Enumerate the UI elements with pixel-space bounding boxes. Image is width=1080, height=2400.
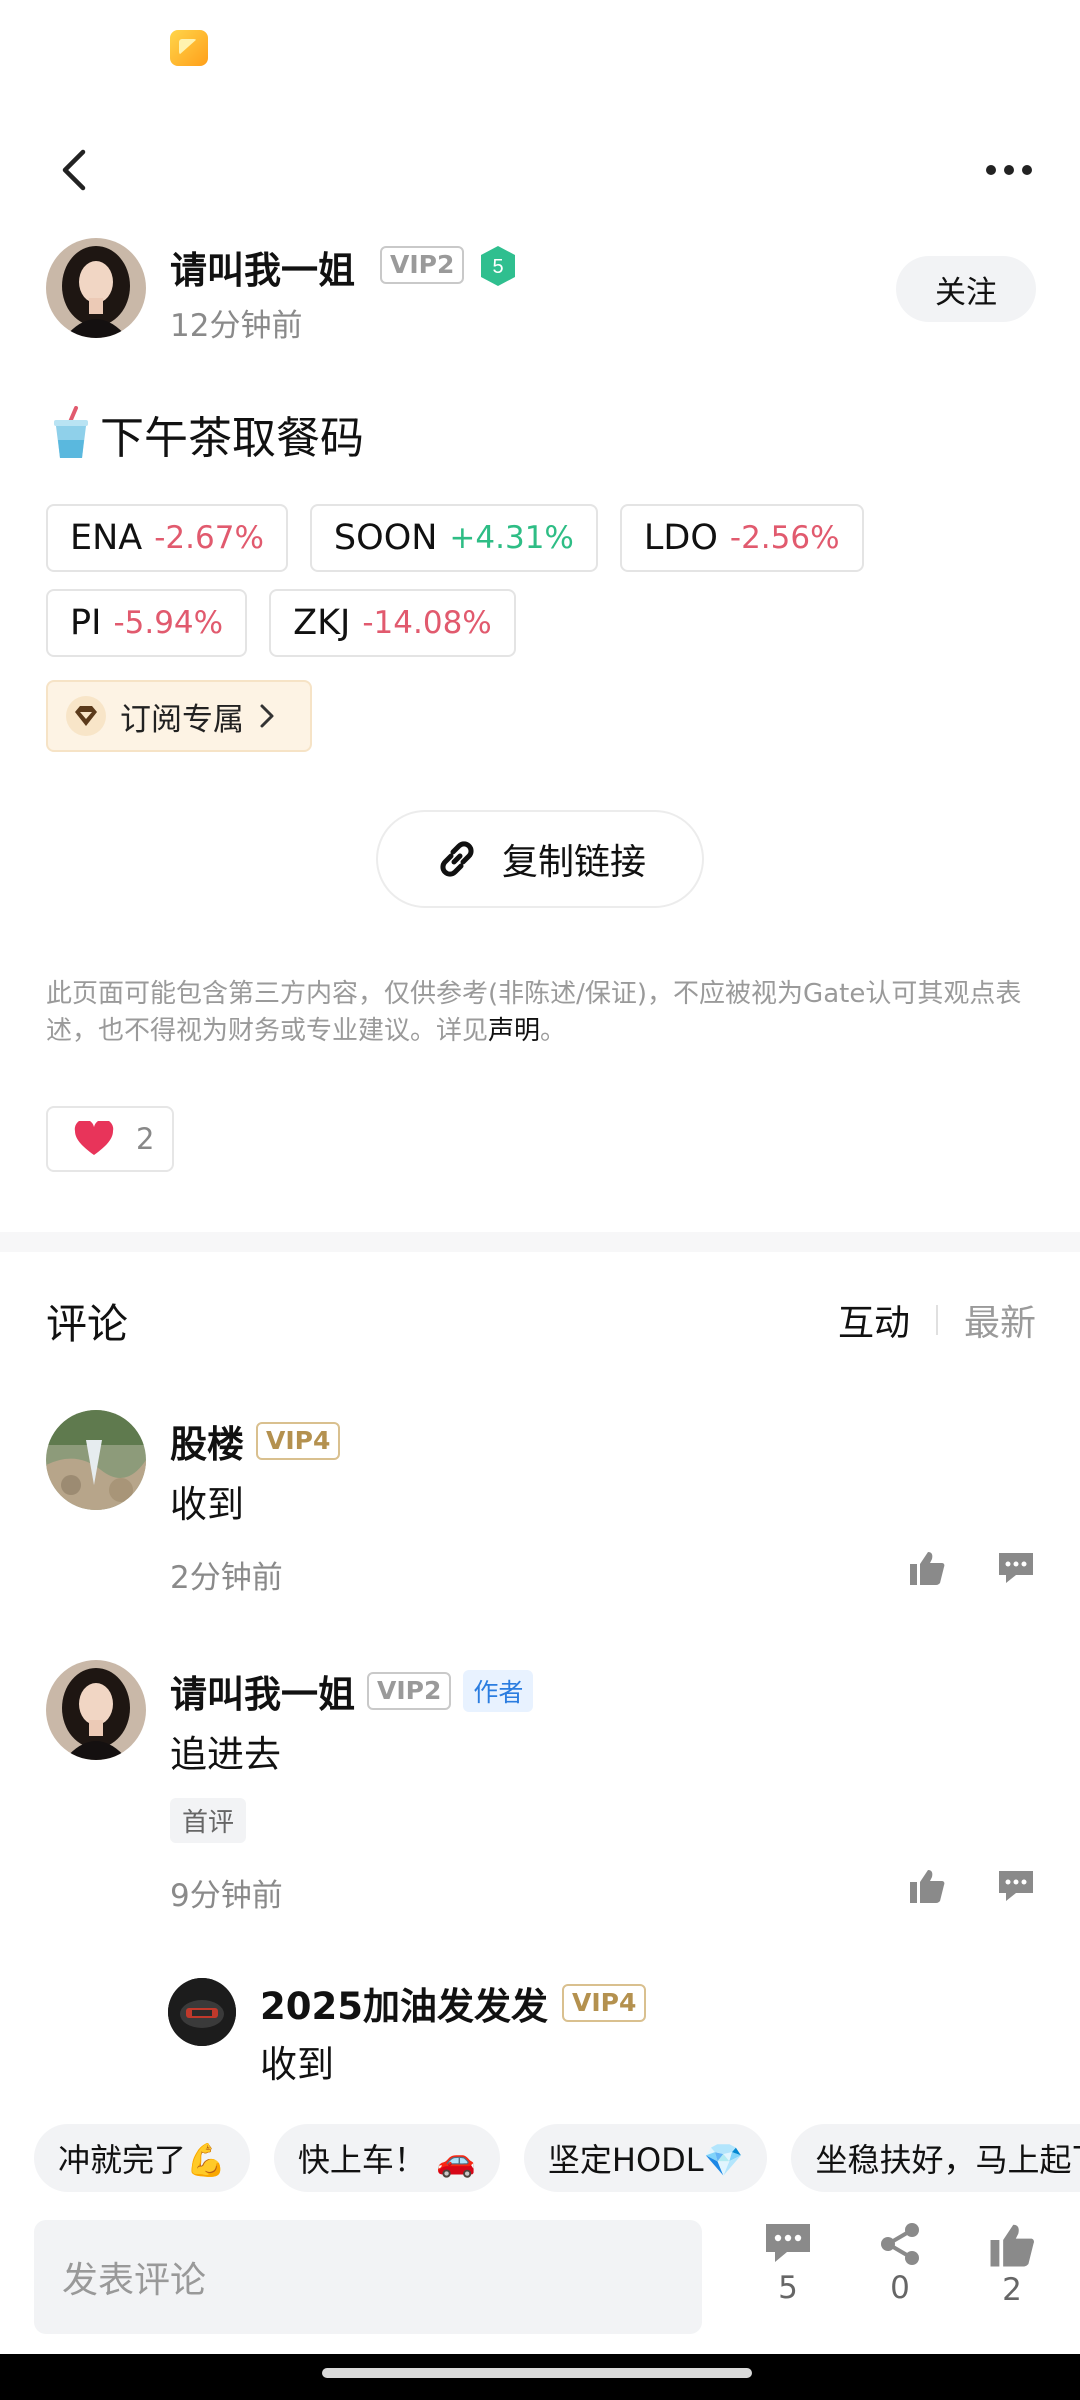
chevron-right-icon	[260, 704, 274, 728]
subscribe-exclusive-button[interactable]: 订阅专属	[46, 680, 312, 752]
comment-count: 5	[778, 2270, 798, 2306]
author-name[interactable]: 请叫我一姐	[170, 240, 355, 294]
comments-title: 评论	[46, 1300, 128, 1348]
ticker-chip[interactable]: LDO -2.56%	[619, 504, 864, 572]
home-indicator[interactable]	[322, 2368, 752, 2378]
author-row: 请叫我一姐 VIP2 5 12分钟前 关注	[46, 238, 1036, 348]
tab-interaction[interactable]: 互动	[838, 1294, 910, 1346]
ticker-chip[interactable]: PI -5.94%	[46, 589, 248, 657]
more-dot-icon	[1022, 165, 1032, 175]
ticker-change: -5.94%	[113, 605, 224, 641]
vip-badge: VIP2	[380, 246, 465, 284]
commenter-name[interactable]: 请叫我一姐	[170, 1664, 355, 1718]
chevron-left-icon	[62, 149, 86, 191]
comment-time: 2分钟前	[170, 1560, 283, 1596]
quick-reply-chip[interactable]: 快上车！ 🚗	[273, 2124, 500, 2192]
copy-link-button[interactable]: 复制链接	[376, 810, 704, 908]
reply-comment-icon[interactable]	[996, 1551, 1036, 1585]
comment-sort-tabs: 互动 最新	[838, 1294, 1036, 1346]
like-count: 2	[1002, 2272, 1022, 2308]
link-icon	[440, 841, 474, 877]
bubble-tea-icon	[46, 406, 96, 462]
diamond-icon	[66, 696, 106, 736]
status-bar	[0, 0, 1080, 100]
ticker-symbol: PI	[70, 603, 102, 643]
ticker-change: -2.67%	[154, 520, 264, 556]
share-button[interactable]: 0	[860, 2222, 940, 2306]
comment-text: 收到	[170, 1483, 244, 1526]
statement-link[interactable]: 声明	[488, 1016, 540, 1046]
ticker-chip[interactable]: ENA -2.67%	[46, 504, 288, 572]
like-button[interactable]: 2	[972, 2222, 1052, 2308]
ticker-symbol: ENA	[70, 518, 143, 558]
quick-reply-chip[interactable]: 坐稳扶好，马上起飞	[791, 2124, 1080, 2192]
ticker-change: +4.31%	[449, 520, 574, 556]
tab-separator	[935, 1305, 938, 1335]
replier-name[interactable]: 2025加油发发发	[260, 1976, 548, 2030]
reply-item: 2025加油发发发 VIP4 收到	[168, 1976, 1038, 2096]
level-number: 5	[492, 256, 503, 278]
vip-badge: VIP4	[256, 1422, 341, 1460]
system-nav-bar	[0, 2354, 1080, 2400]
comment-item: 股楼 VIP4 收到 2分钟前	[46, 1410, 1036, 1600]
level-badge: 5	[478, 244, 518, 288]
vip-badge: VIP2	[367, 1672, 452, 1710]
ticker-change: -2.56%	[729, 520, 840, 556]
tab-latest[interactable]: 最新	[964, 1294, 1036, 1346]
comment-input[interactable]: 发表评论	[34, 2220, 702, 2334]
ticker-chip[interactable]: ZKJ -14.08%	[269, 589, 516, 657]
share-icon	[881, 2223, 919, 2265]
heart-icon	[74, 1121, 114, 1155]
post-title: 下午茶取餐码	[46, 402, 364, 466]
quick-reply-chip[interactable]: 坚定HODL💎	[523, 2124, 768, 2192]
share-count: 0	[890, 2270, 910, 2306]
thumbs-up-icon[interactable]	[908, 1868, 946, 1904]
top-bar	[0, 130, 1080, 210]
subscribe-label: 订阅专属	[120, 701, 244, 738]
more-button[interactable]	[974, 140, 1044, 200]
comment-item: 请叫我一姐 VIP2 作者 追进去 首评 9分钟前	[46, 1660, 1036, 1920]
commenter-avatar[interactable]	[46, 1410, 146, 1510]
disclaimer-end: 。	[540, 1016, 567, 1046]
thumbs-up-icon[interactable]	[908, 1550, 946, 1586]
commenter-avatar[interactable]	[46, 1660, 146, 1760]
disclaimer: 此页面可能包含第三方内容，仅供参考(非陈述/保证)，不应被视为Gate认可其观点…	[46, 976, 1036, 1050]
thumbs-up-icon	[990, 2224, 1034, 2267]
notification-app-icon	[170, 30, 208, 66]
post-title-text: 下午茶取餐码	[100, 413, 364, 464]
post-reaction-button[interactable]: 2	[46, 1106, 174, 1172]
ticker-list: ENA -2.67% SOON +4.31% LDO -2.56% PI -5.…	[46, 504, 1036, 674]
comment-text: 追进去	[170, 1733, 281, 1776]
quick-reply-chip[interactable]: 冲就完了💪	[34, 2124, 250, 2192]
more-dot-icon	[1004, 165, 1014, 175]
ticker-symbol: SOON	[333, 518, 438, 558]
ticker-symbol: ZKJ	[293, 603, 351, 643]
ticker-chip[interactable]: SOON +4.31%	[309, 504, 598, 572]
ticker-symbol: LDO	[643, 518, 718, 558]
follow-button[interactable]: 关注	[896, 256, 1036, 322]
first-comment-tag: 首评	[170, 1798, 247, 1843]
comments-header: 评论 互动 最新	[46, 1290, 1036, 1350]
vip-badge: VIP4	[561, 1984, 647, 2022]
copy-link-label: 复制链接	[501, 842, 646, 883]
post-time: 12分钟前	[170, 308, 303, 344]
ticker-change: -14.08%	[362, 605, 492, 641]
reply-text: 收到	[260, 2043, 334, 2086]
back-button[interactable]	[44, 140, 104, 200]
author-avatar[interactable]	[46, 238, 146, 338]
reaction-count: 2	[136, 1122, 155, 1156]
comment-icon	[766, 2224, 810, 2262]
comments-button[interactable]: 5	[748, 2222, 828, 2306]
bottom-action-bar: 发表评论 5 0 2	[0, 2218, 1080, 2340]
quick-reply-bar: 冲就完了💪 快上车！ 🚗 坚定HODL💎 坐稳扶好，马上起飞	[34, 2124, 1080, 2192]
commenter-name[interactable]: 股楼	[170, 1414, 244, 1468]
author-tag: 作者	[463, 1670, 534, 1712]
replier-avatar[interactable]	[168, 1978, 236, 2046]
section-divider	[0, 1232, 1080, 1252]
comment-time: 9分钟前	[170, 1878, 283, 1914]
reply-comment-icon[interactable]	[996, 1869, 1036, 1903]
more-dot-icon	[986, 165, 996, 175]
